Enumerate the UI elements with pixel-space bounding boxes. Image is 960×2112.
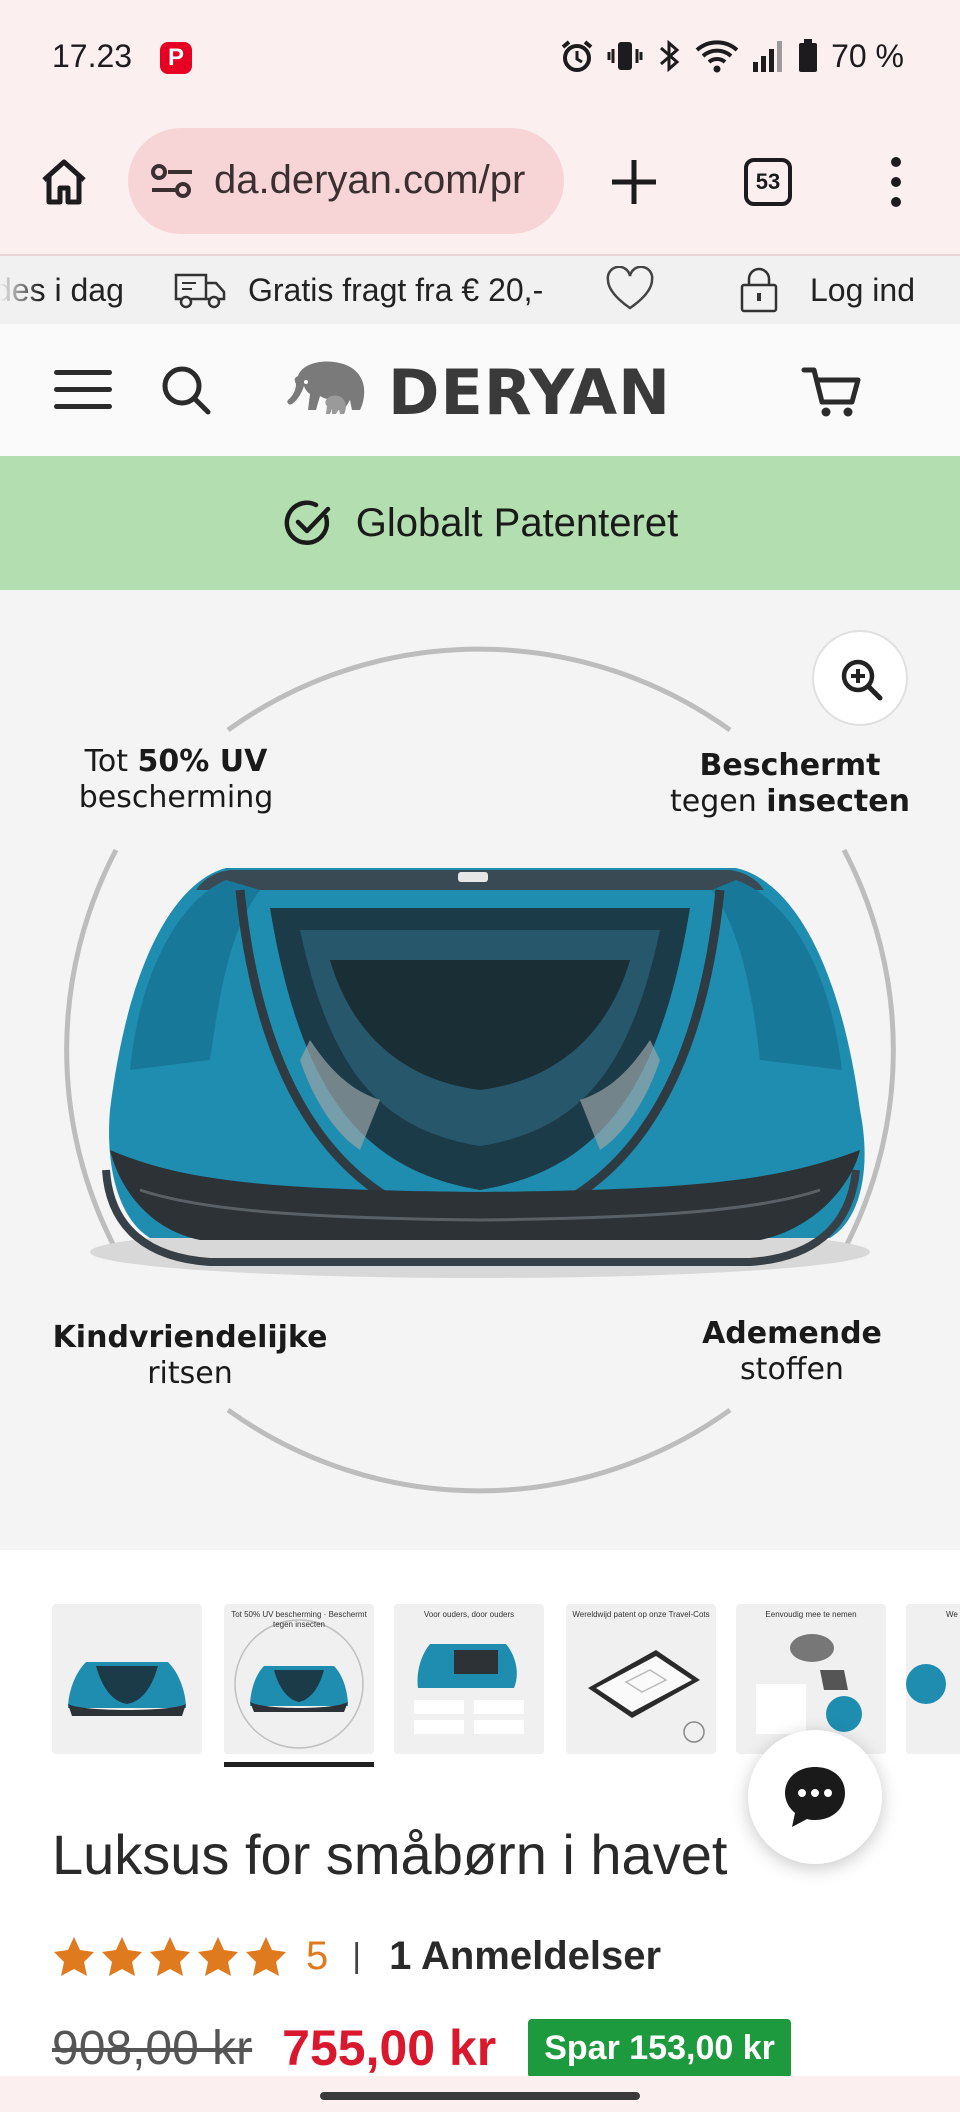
rating-value: 5	[306, 1933, 329, 1978]
address-bar[interactable]: da.deryan.com/pr	[128, 128, 564, 234]
chat-button[interactable]	[748, 1730, 882, 1864]
battery-percent: 70 %	[831, 37, 904, 74]
active-thumbnail-indicator	[224, 1762, 374, 1767]
chat-bubble-icon	[785, 1767, 845, 1827]
gesture-nav-bar	[0, 2076, 960, 2112]
reviews-link[interactable]: 1 Anmeldelser	[389, 1934, 661, 1979]
more-menu-icon[interactable]	[880, 156, 912, 208]
status-icons: 70 %	[559, 34, 904, 78]
star-icon	[102, 1937, 142, 1976]
star-icon	[150, 1937, 190, 1976]
home-gesture-handle[interactable]	[320, 2092, 640, 2100]
thumbnail-caption: Wereldwijd patent op onze Travel-Cots	[572, 1610, 710, 1619]
savings-badge: Spar 153,00 kr	[528, 2018, 791, 2078]
thumbnail-1[interactable]	[52, 1604, 202, 1754]
thumbnail-caption: Tot 50% UV bescherming · Beschermt tegen…	[231, 1610, 367, 1629]
pinterest-notification-icon: P	[160, 42, 192, 74]
hamburger-menu-icon[interactable]	[54, 370, 112, 410]
home-icon[interactable]	[36, 154, 92, 210]
tent-illustration	[64, 646, 896, 1494]
alarm-icon	[561, 40, 593, 72]
status-bar: 17.23 P 70 %	[0, 0, 960, 118]
thumbnail-caption: Voor ouders, door ouders	[423, 1610, 515, 1619]
product-title: Luksus for småbørn i havet	[52, 1823, 728, 1886]
old-price: 908,00 kr	[52, 2021, 253, 2075]
bluetooth-icon	[660, 39, 680, 73]
deryan-logo[interactable]: DERYAN	[278, 352, 671, 432]
thumbnail-6[interactable]: We	[906, 1604, 960, 1754]
status-time: 17.23	[52, 38, 133, 74]
feature-child-friendly-zippers: Kindvriendelijke ritsen	[52, 1320, 328, 1391]
promo-shipping: Gratis fragt fra € 20,-	[172, 256, 543, 324]
check-circle-icon	[284, 500, 331, 546]
tab-switcher-button[interactable]: 53	[744, 158, 792, 206]
zoom-button[interactable]	[812, 630, 908, 726]
wifi-icon	[695, 40, 739, 73]
signal-icon	[753, 41, 783, 72]
thumbnail-caption: We	[946, 1610, 958, 1619]
star-icon	[198, 1937, 238, 1976]
url-text: da.deryan.com/pr	[214, 158, 526, 202]
promo-strip: des i dag Gratis fragt fra € 20,- Log in…	[0, 256, 960, 324]
rating-separator: |	[352, 1936, 362, 1975]
heart-icon[interactable]	[604, 266, 656, 312]
login-label: Log ind	[810, 271, 915, 308]
product-main-image[interactable]: Tot 50% UV bescherming Beschermt tegen i…	[0, 590, 960, 1550]
battery-icon	[799, 39, 818, 72]
thumbnail-4[interactable]: Wereldwijd patent op onze Travel-Cots	[566, 1604, 716, 1754]
thumbnail-2[interactable]: Tot 50% UV bescherming · Beschermt tegen…	[224, 1604, 374, 1754]
logo-text: DERYAN	[388, 355, 672, 429]
sale-price: 755,00 kr	[282, 2020, 497, 2076]
thumbnail-caption: Eenvoudig mee te nemen	[765, 1610, 857, 1619]
login-link[interactable]: Log ind	[738, 256, 915, 324]
price-row: 908,00 kr 755,00 kr Spar 153,00 kr	[52, 2010, 791, 2086]
cart-icon[interactable]	[800, 364, 864, 420]
elephant-logo-icon	[287, 361, 365, 414]
truck-icon	[174, 273, 226, 309]
star-icon	[54, 1937, 94, 1976]
patent-tablet-thumbnail-icon	[588, 1650, 705, 1743]
lock-icon	[740, 267, 778, 313]
browser-toolbar: da.deryan.com/pr 53	[0, 118, 960, 256]
rating-row[interactable]: 5 | 1 Anmeldelser	[52, 1928, 661, 1984]
tent-variant-thumbnail-icon	[906, 1664, 946, 1704]
vibrate-icon	[607, 42, 643, 70]
feature-uv-protection: Tot 50% UV bescherming	[78, 744, 274, 815]
feature-insect-protection: Beschermt tegen insecten	[670, 748, 910, 819]
zoom-in-icon	[841, 659, 883, 701]
site-settings-icon[interactable]	[150, 163, 194, 199]
tent-thumbnail-icon	[68, 1662, 186, 1716]
thumbnail-3[interactable]: Voor ouders, door ouders	[394, 1604, 544, 1754]
star-icon	[246, 1937, 286, 1976]
tent-side-thumbnail-icon	[414, 1644, 524, 1734]
shipping-text: Gratis fragt fra € 20,-	[248, 271, 544, 308]
new-tab-icon[interactable]	[604, 152, 664, 212]
site-header: DERYAN	[0, 324, 960, 456]
star-rating	[52, 1935, 288, 1977]
patent-banner: Globalt Patenteret	[0, 456, 960, 590]
patent-text: Globalt Patenteret	[355, 500, 679, 545]
feature-breathable-fabrics: Ademende stoffen	[702, 1316, 882, 1387]
search-icon[interactable]	[160, 364, 212, 416]
